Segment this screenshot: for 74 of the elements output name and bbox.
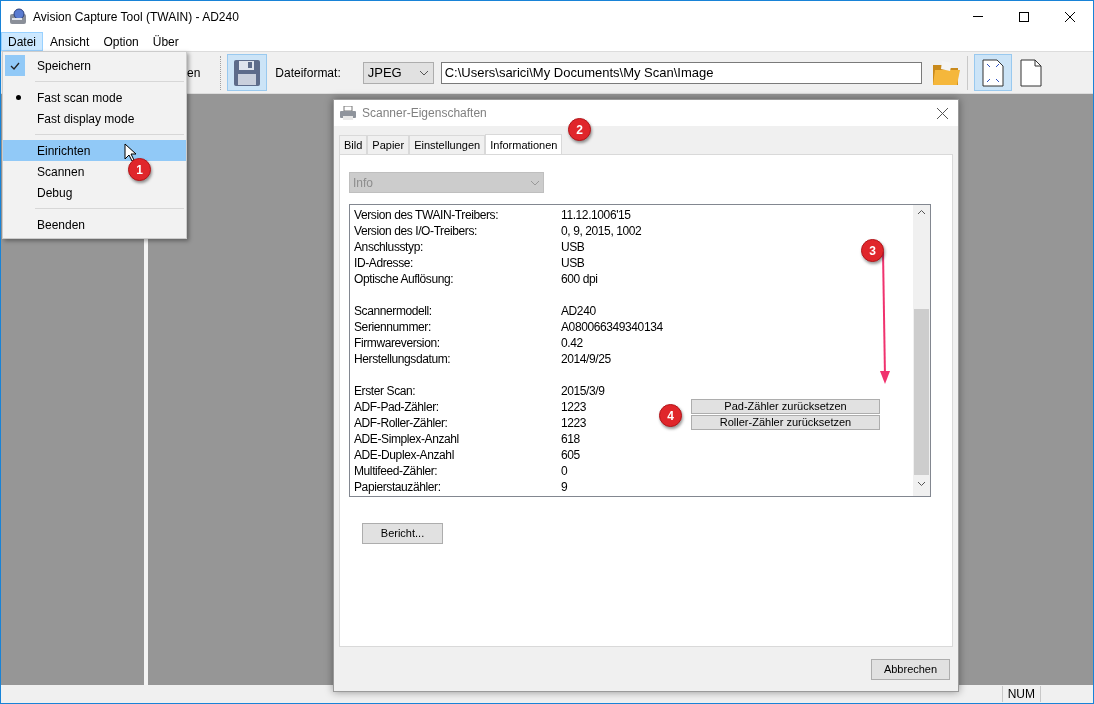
info-value: 605 [561,447,580,464]
info-label: ADF-Pad-Zähler: [354,399,440,416]
chevron-down-icon [418,69,429,76]
scroll-down-icon[interactable] [917,481,926,487]
dialog-title: Scanner-Eigenschaften [362,105,487,122]
minimize-icon [973,16,983,17]
printer-icon [340,106,356,120]
info-value: USB [561,255,585,272]
mouse-cursor-icon [124,143,137,162]
info-value: 600 dpi [561,271,598,288]
tab[interactable]: Informationen [485,134,563,155]
menu-bar-item[interactable]: Über [145,32,186,51]
info-label: ADE-Simplex-Anzahl [354,431,460,448]
scanner-app-icon [9,7,27,26]
info-value: 2014/9/25 [561,351,611,368]
menu-bar-item[interactable]: Datei [1,32,43,51]
info-label: Version des I/O-Treibers: [354,223,478,240]
info-value: 9 [561,479,568,496]
info-label: Erster Scan: [354,383,417,400]
menu-item[interactable]: Speichern [37,56,92,75]
save-button[interactable] [227,54,268,91]
info-value: 0.42 [561,335,583,352]
info-value: 1223 [561,415,587,432]
tab[interactable]: Papier [367,135,410,154]
info-value: AD240 [561,303,596,320]
toolbar-button-label[interactable]: en [187,63,201,82]
tab[interactable]: Einstellungen [409,135,486,154]
report-button[interactable]: Bericht... [362,523,443,544]
info-value: A080066349340134 [561,319,663,336]
info-label: Scannermodell: [354,303,433,320]
page-icon[interactable] [1019,58,1042,87]
menu-item[interactable]: Debug [37,183,73,202]
menu-item[interactable]: Fast scan mode [37,88,123,107]
info-label: Version des TWAIN-Treibers: [354,207,500,224]
close-icon [1065,11,1075,22]
menu-item[interactable]: Beenden [37,215,86,234]
cancel-button[interactable]: Abbrechen [871,658,950,680]
info-label: Anschlusstyp: [354,239,424,256]
info-value: 1223 [561,399,587,416]
info-label: Multifeed-Zähler: [354,463,439,480]
info-value: 11.12.1006'15 [561,207,631,224]
reset-counter-button[interactable]: Roller-Zähler zurücksetzen [691,415,880,430]
format-label: Dateiformat: [275,64,341,82]
info-value: 0 [561,463,568,480]
reset-counter-button[interactable]: Pad-Zähler zurücksetzen [691,399,880,414]
info-value: 0, 9, 2015, 1002 [561,223,642,240]
info-label: Firmwareversion: [354,335,441,352]
info-label: Optische Auflösung: [354,271,455,288]
scrollbar[interactable] [913,205,930,496]
menu-item[interactable]: Einrichten [3,140,186,161]
tab[interactable]: Bild [339,135,368,154]
path-field[interactable]: C:\Users\sarici\My Documents\My Scan\Image [440,61,922,84]
info-label: ID-Adresse: [354,255,414,272]
info-label: Papierstauzähler: [354,479,442,496]
menu-item[interactable]: Scannen [37,162,85,181]
chevron-down-icon [530,179,540,186]
info-label: Herstellungsdatum: [354,351,452,368]
scroll-up-icon[interactable] [917,209,926,215]
info-value: USB [561,239,585,256]
status-indicator: NUM [1001,686,1041,702]
maximize-icon [1019,11,1029,22]
page-arrows-icon [981,58,1004,87]
menu-item[interactable]: Fast display mode [37,109,135,128]
close-icon[interactable] [937,107,948,119]
window-title: Avision Capture Tool (TWAIN) - AD240 [33,8,239,26]
info-label: ADF-Roller-Zähler: [354,415,449,432]
menu-bar-item[interactable]: Ansicht [43,32,97,51]
info-label: Seriennummer: [354,319,432,336]
menu-bar-item[interactable]: Option [96,32,146,51]
format-dropdown[interactable]: JPEG [362,61,434,84]
info-value: 618 [561,431,580,448]
info-value: 2015/3/9 [561,383,605,400]
fit-page-button[interactable] [973,54,1012,91]
info-label: ADE-Duplex-Anzahl [354,447,455,464]
